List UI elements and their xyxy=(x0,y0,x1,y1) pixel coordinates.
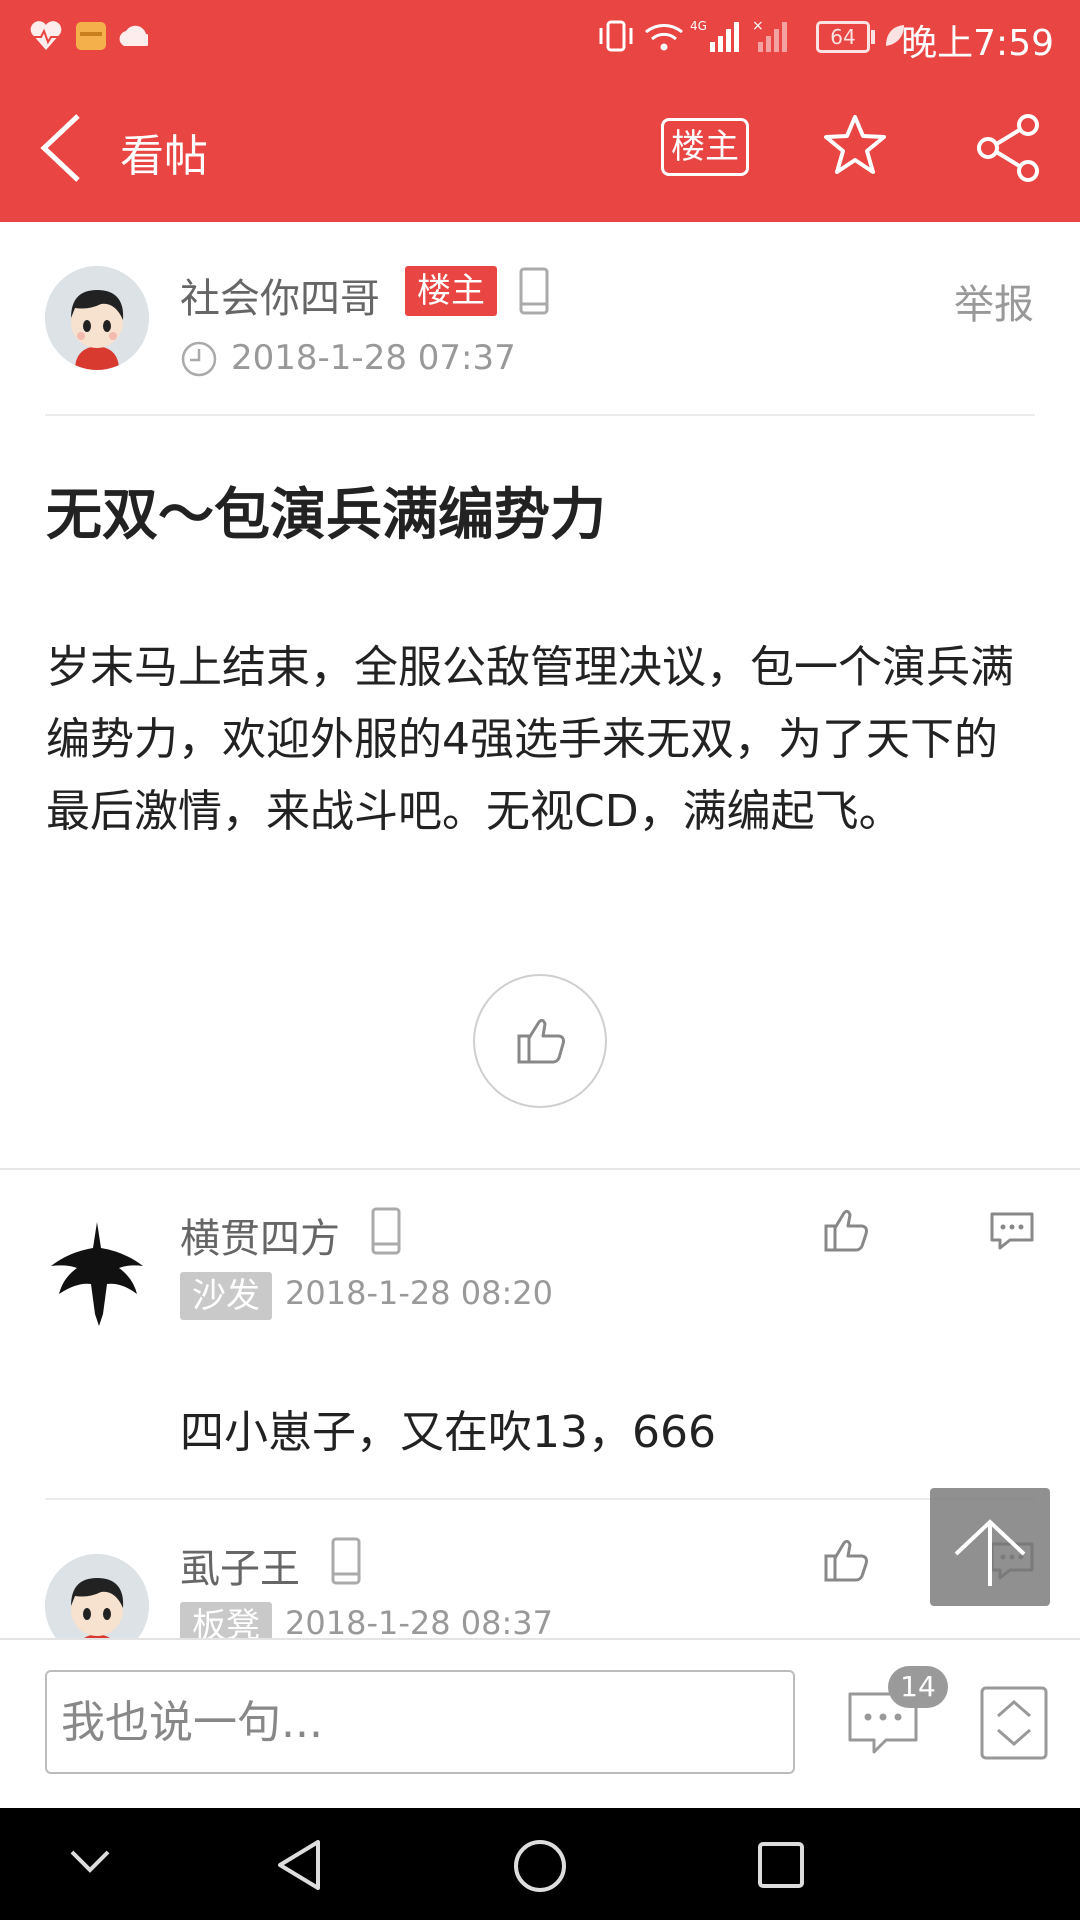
status-time: 晚上7:59 xyxy=(901,23,1054,64)
page-updown-icon[interactable] xyxy=(980,1686,1048,1760)
op-badge: 楼主 xyxy=(405,266,497,316)
comment-author[interactable]: 横贯四方 xyxy=(180,1206,340,1264)
op-only-button[interactable]: 楼主 xyxy=(661,118,749,176)
cartoon-avatar-icon xyxy=(45,266,149,370)
mobile-device-icon xyxy=(519,267,549,315)
share-icon[interactable] xyxy=(972,112,1042,182)
comment-item: 虱子王 板凳 2018-1-28 08:37 xyxy=(0,1500,1080,1638)
comment-text: 四小崽子，又在吹13，666 xyxy=(180,1407,716,1458)
thumbs-up-icon xyxy=(517,1018,565,1064)
comment-timestamp: 2018-1-28 08:20 xyxy=(285,1274,553,1312)
like-post-button[interactable] xyxy=(473,974,607,1108)
battery-level: 64 xyxy=(830,25,856,49)
page-title: 看帖 xyxy=(120,131,208,182)
commenter-avatar[interactable] xyxy=(45,1554,149,1638)
floor-badge: 板凳 xyxy=(180,1602,272,1638)
comment-count-badge: 14 xyxy=(888,1666,948,1708)
status-bar: 4G × 64 晚上7:59 xyxy=(0,0,1080,72)
mobile-device-icon xyxy=(371,1207,401,1255)
nav-recents-icon[interactable] xyxy=(756,1840,806,1890)
arrow-up-icon xyxy=(954,1519,1026,1586)
comment-input[interactable] xyxy=(45,1670,795,1774)
reply-icon[interactable] xyxy=(988,1210,1036,1252)
app: 4G × 64 晚上7:59 看帖 楼主 社会你四哥 楼主 举报 2018-1-… xyxy=(0,0,1080,1920)
poster-avatar[interactable] xyxy=(45,266,149,370)
divider xyxy=(45,414,1035,416)
back-icon[interactable] xyxy=(38,112,84,184)
system-nav-bar xyxy=(0,1808,1080,1920)
favorite-star-icon[interactable] xyxy=(822,112,888,178)
post-body: 岁末马上结束，全服公敌管理决议，包一个演兵满编势力，欢迎外服的4强选手来无双，为… xyxy=(46,642,1014,837)
svg-text:×: × xyxy=(752,18,764,34)
comment-timestamp: 2018-1-28 08:37 xyxy=(285,1604,553,1638)
status-app-icons xyxy=(30,21,148,50)
battery-icon: 64 xyxy=(816,21,870,53)
nav-hide-icon[interactable] xyxy=(68,1846,112,1876)
clock-icon xyxy=(181,341,217,377)
floor-badge: 沙发 xyxy=(180,1272,272,1320)
commenter-avatar-phoenix[interactable] xyxy=(45,1218,149,1328)
nav-back-icon[interactable] xyxy=(274,1838,324,1892)
poster-name[interactable]: 社会你四哥 xyxy=(180,266,380,324)
post-timestamp: 2018-1-28 07:37 xyxy=(231,338,516,378)
mobile-device-icon xyxy=(331,1537,361,1585)
cartoon-avatar-icon xyxy=(45,1554,149,1638)
report-button[interactable]: 举报 xyxy=(954,272,1034,330)
scroll-to-top-button[interactable] xyxy=(930,1488,1050,1606)
post-title: 无双～包演兵满编势力 xyxy=(46,483,606,548)
status-signal-icons: 4G × xyxy=(599,18,787,52)
battery-tip xyxy=(871,30,875,44)
svg-text:4G: 4G xyxy=(690,19,707,33)
nav-home-icon[interactable] xyxy=(512,1838,568,1894)
comment-author[interactable]: 虱子王 xyxy=(180,1536,300,1594)
thumbs-up-icon[interactable] xyxy=(822,1206,870,1254)
section-separator xyxy=(0,1168,1080,1170)
thumbs-up-icon[interactable] xyxy=(822,1536,870,1584)
